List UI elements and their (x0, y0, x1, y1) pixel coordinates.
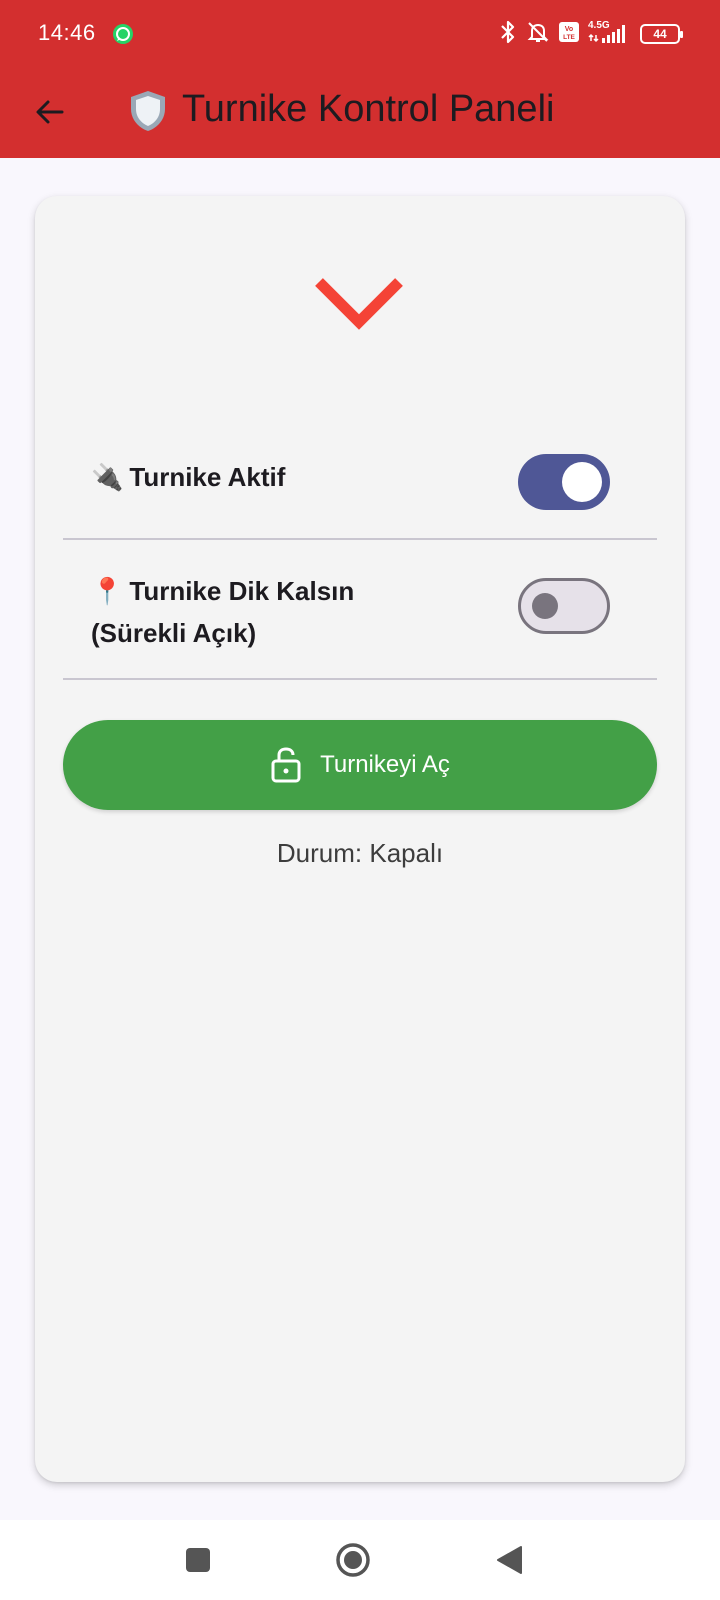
svg-text:LTE: LTE (563, 34, 575, 41)
toggle-label: 🔌 Turnike Aktif (91, 462, 286, 492)
dik-kalsin-switch[interactable] (518, 578, 610, 634)
toggle-row-turnike-aktif: 🔌 Turnike Aktif (63, 428, 657, 540)
control-card: 🔌 Turnike Aktif 📍 Turnike Dik Kalsın (Süre… (35, 196, 685, 1482)
system-nav-bar (0, 1520, 720, 1600)
triangle-back-icon (497, 1546, 522, 1574)
plug-icon: 🔌 (91, 462, 124, 492)
network-type: 4.5G (588, 20, 610, 31)
open-turnstile-button[interactable]: Turnikeyi Aç (63, 720, 657, 810)
home-button[interactable] (331, 1540, 375, 1580)
toggle-label: 📍 Turnike Dik Kalsın (Sürekli Açık) (91, 576, 355, 648)
square-icon (186, 1548, 210, 1572)
status-bar: 14:46 Vo LTE 4.5G 44 (0, 0, 720, 68)
bluetooth-icon (498, 20, 518, 49)
recents-button[interactable] (176, 1540, 220, 1580)
switch-thumb (562, 462, 602, 502)
switch-thumb (532, 593, 558, 619)
app-bar: Turnike Kontrol Paneli (0, 68, 720, 158)
status-icons: Vo LTE 4.5G 44 (498, 19, 683, 50)
volte-icon: Vo LTE (558, 21, 580, 48)
bell-off-icon (526, 20, 550, 49)
chevron-down-icon (314, 276, 404, 337)
nav-back-button[interactable] (487, 1540, 531, 1580)
lock-open-icon (271, 747, 301, 783)
turnike-aktif-switch[interactable] (518, 454, 610, 510)
page-title: Turnike Kontrol Paneli (182, 88, 555, 130)
toggle-row-dik-kalsin: 📍 Turnike Dik Kalsın (Sürekli Açık) (63, 540, 657, 680)
open-button-label: Turnikeyi Aç (320, 751, 450, 778)
signal-icon: 4.5G (588, 19, 632, 50)
svg-text:Vo: Vo (565, 26, 573, 33)
circle-icon (336, 1543, 370, 1577)
arrow-left-icon (36, 100, 64, 124)
back-button[interactable] (26, 88, 74, 136)
status-text: Durum: Kapalı (276, 838, 444, 868)
status-time: 14:46 (38, 20, 96, 45)
whatsapp-icon (112, 23, 134, 50)
shield-icon (128, 89, 168, 138)
pin-icon: 📍 (91, 576, 124, 606)
battery-icon: 44 (640, 24, 683, 44)
